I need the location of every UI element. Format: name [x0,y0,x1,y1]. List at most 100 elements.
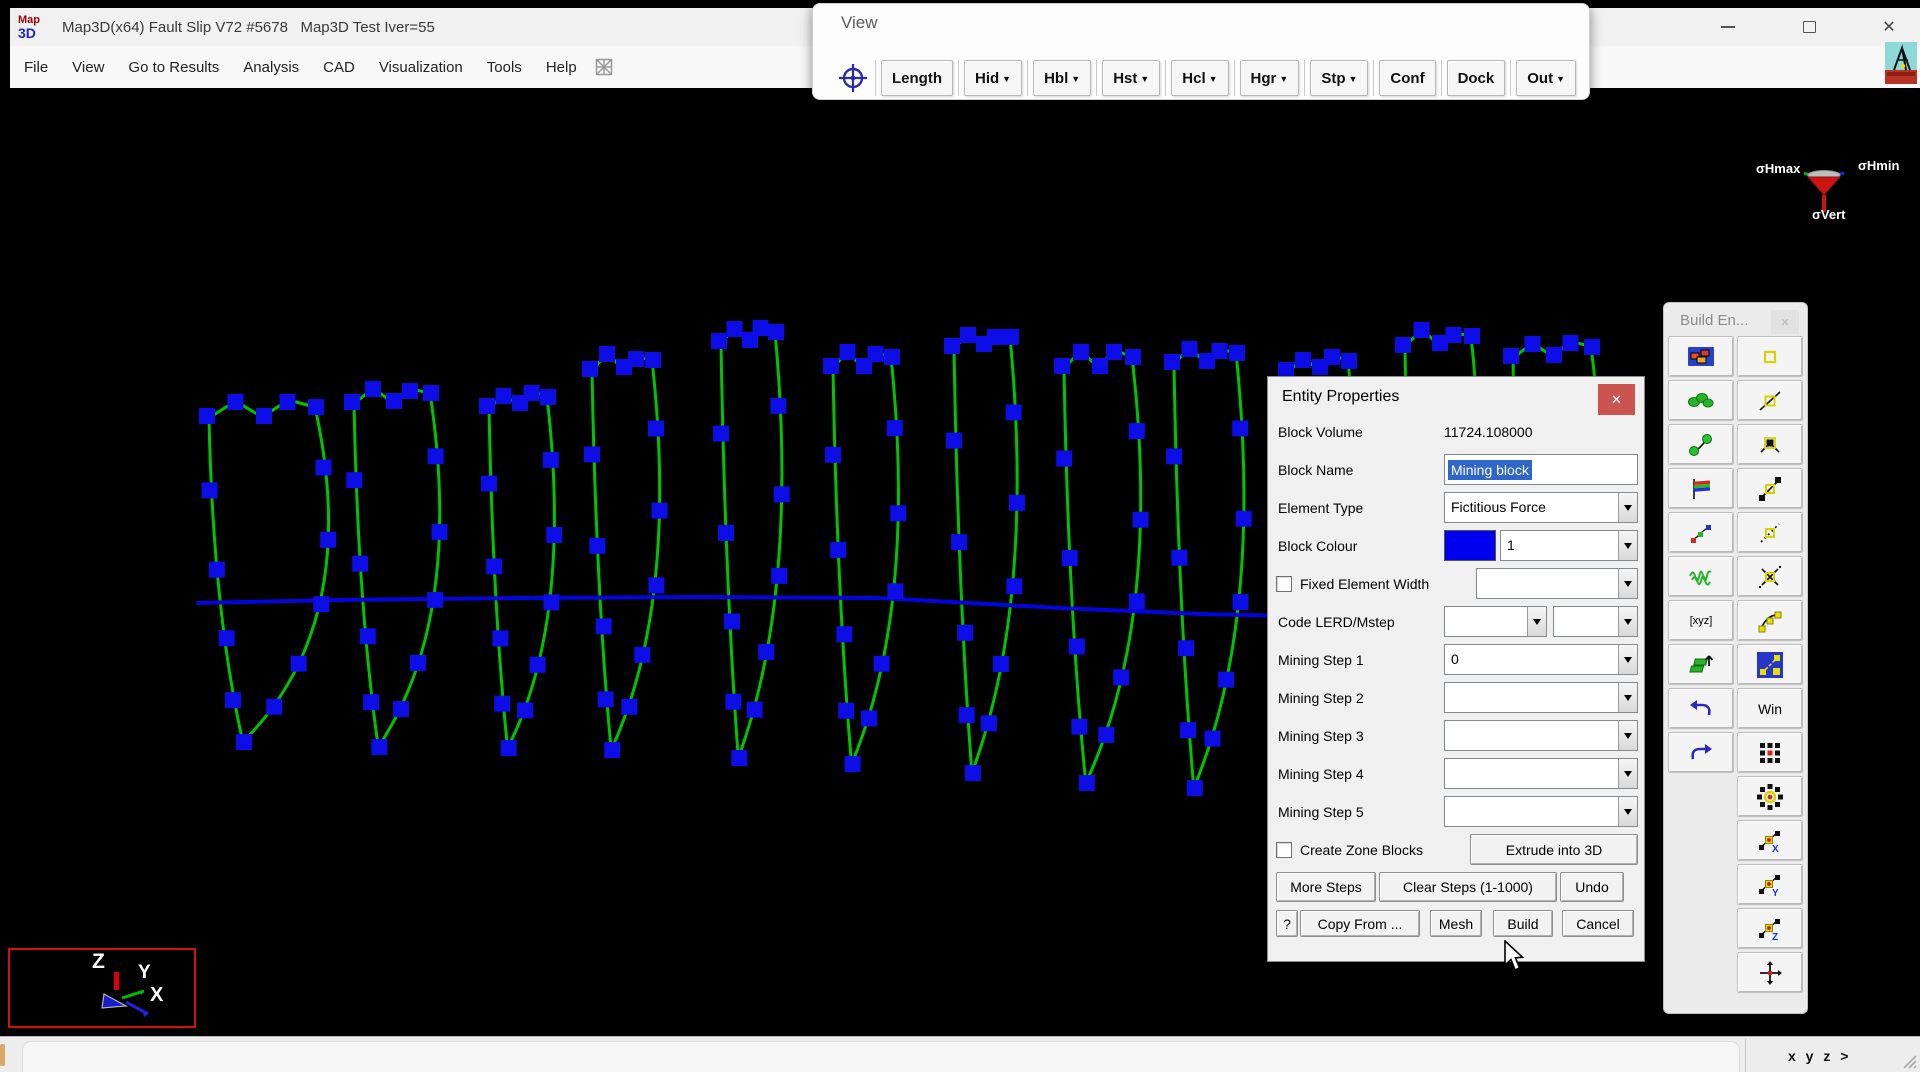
more-steps-button[interactable]: More Steps [1276,872,1376,902]
view-target-button[interactable] [831,60,875,96]
extrude-into-3d-button[interactable]: Extrude into 3D [1470,834,1638,865]
mining-step-dropdown[interactable] [1444,682,1638,713]
mesh-button[interactable]: Mesh [1430,910,1482,937]
sigma-hmin-label: σHmin [1858,158,1899,173]
dropdown-arrow-icon[interactable] [1618,607,1637,636]
freehand-button[interactable] [1668,556,1734,597]
build-blocks-icon [1687,344,1715,370]
block-colour-swatch[interactable] [1444,530,1496,561]
menu-item[interactable]: Analysis [243,59,299,76]
vertex-button[interactable] [1737,424,1803,465]
mstep-dropdown[interactable] [1553,606,1638,637]
redo-tool-button[interactable] [1668,732,1734,773]
dialog-close-button[interactable]: ✕ [1598,384,1635,415]
grid-points-button[interactable] [1737,732,1803,773]
translate-button[interactable] [1737,952,1803,993]
radial-points-button[interactable] [1737,776,1803,817]
help-button[interactable]: ? [1276,910,1298,937]
undo-button[interactable]: Undo [1560,872,1624,902]
delete-point-button[interactable] [1737,556,1803,597]
mining-step-dropdown[interactable] [1444,758,1638,789]
dropdown-arrow-icon[interactable] [1618,493,1637,522]
line-point-button[interactable] [1737,380,1803,421]
build-blocks-button[interactable] [1668,336,1734,377]
dropdown-arrow-icon: ▼ [1279,74,1288,84]
create-zone-blocks-checkbox[interactable] [1276,842,1292,858]
point-icon [1757,344,1783,370]
view-toolbar-button[interactable]: Hcl ▼ [1171,60,1228,96]
flag-button[interactable] [1668,468,1734,509]
menu-item[interactable]: CAD [323,59,355,76]
dropdown-arrow-icon[interactable] [1618,645,1637,674]
layout-grid-icon[interactable] [595,58,613,76]
window-title: Map3D(x64) Fault Slip V72 #5678 Map3D Te… [62,19,435,36]
window-select-button[interactable]: Win [1737,688,1803,729]
close-button[interactable]: ✕ [1866,8,1912,46]
view-toolbar-button[interactable]: Out ▼ [1516,60,1576,96]
undo-tool-button[interactable] [1668,688,1734,729]
dotted-segment-button[interactable] [1737,512,1803,553]
stretch-y-button[interactable]: Y [1737,864,1803,905]
fixed-element-width-checkbox[interactable] [1276,576,1292,592]
xyz-coordinates-button[interactable]: [xyz] [1668,600,1734,641]
view-toolbar-button[interactable]: Stp ▼ [1310,60,1368,96]
menu-item[interactable]: Go to Results [128,59,219,76]
view-toolbar-button[interactable]: Conf [1379,60,1435,96]
close-icon: ✕ [1611,392,1622,408]
code-lerd-dropdown[interactable] [1444,606,1547,637]
segment-endpoints-button[interactable] [1737,468,1803,509]
menu-item[interactable]: Help [546,59,577,76]
clear-steps-button[interactable]: Clear Steps (1-1000) [1379,872,1557,902]
polygons-button[interactable] [1668,380,1734,421]
menu-item[interactable]: Visualization [379,59,463,76]
block-volume-value: 11724.108000 [1444,424,1533,440]
fixed-element-width-dropdown[interactable] [1476,568,1638,599]
view-toolbar-button[interactable]: Hst ▼ [1102,60,1160,96]
dropdown-arrow-icon[interactable] [1618,569,1637,598]
vertex-icon [1757,432,1783,458]
resize-grip[interactable] [1901,1053,1917,1069]
block-name-input[interactable]: Mining block [1444,454,1638,485]
element-type-dropdown[interactable]: Fictitious Force [1444,492,1638,523]
menu-item[interactable]: View [72,59,104,76]
block-colour-dropdown[interactable]: 1 [1500,530,1638,561]
point-button[interactable] [1737,336,1803,377]
mining-step-dropdown[interactable] [1444,796,1638,827]
dropdown-arrow-icon[interactable] [1618,531,1637,560]
maximize-button[interactable] [1786,8,1832,46]
stretch-z-button[interactable]: Z [1737,908,1803,949]
dropdown-arrow-icon[interactable] [1527,607,1546,636]
cancel-button[interactable]: Cancel [1562,910,1634,937]
view-toolbar-button[interactable]: Hbl ▼ [1033,60,1091,96]
colored-segments-button[interactable] [1668,512,1734,553]
build-button[interactable]: Build [1493,910,1553,937]
view-toolbar-button[interactable]: Dock [1447,60,1506,96]
axis-z-label: Z [92,950,105,974]
create-zone-blocks-label: Create Zone Blocks [1300,842,1423,858]
view-toolbar-button[interactable]: Hgr ▼ [1240,60,1300,96]
dropdown-arrow-icon[interactable] [1618,797,1637,826]
view-toolbar-button[interactable]: Hid ▼ [964,60,1022,96]
mining-step-dropdown[interactable] [1444,720,1638,751]
dropdown-arrow-icon[interactable] [1618,759,1637,788]
extrude-up-button[interactable] [1668,644,1734,685]
menu-item[interactable]: File [24,59,48,76]
copy-from-button[interactable]: Copy From ... [1300,910,1420,937]
dropdown-arrow-icon[interactable] [1618,721,1637,750]
map3d-logo-icon: Map 3D [18,15,52,40]
menu-item[interactable]: Tools [487,59,522,76]
curve-handles-button[interactable] [1737,600,1803,641]
dialog-title[interactable]: Entity Properties [1268,377,1644,412]
build-toolbar-close-button[interactable]: ✕ [1771,310,1799,334]
stretch-x-button[interactable]: X [1737,820,1803,861]
curve-points-button[interactable] [1668,424,1734,465]
view-toolbar-button[interactable]: Length [881,60,953,96]
close-icon: ✕ [1882,17,1895,37]
dropdown-arrow-icon[interactable] [1618,683,1637,712]
active-selection-button[interactable] [1737,644,1803,685]
dropdown-arrow-icon: ▼ [1140,74,1149,84]
axes-indicator: Z Y X [8,948,196,1028]
mining-step-dropdown[interactable]: 0 [1444,644,1638,675]
minimize-button[interactable] [1705,8,1751,46]
view-toolbar-title[interactable]: View [841,13,878,33]
